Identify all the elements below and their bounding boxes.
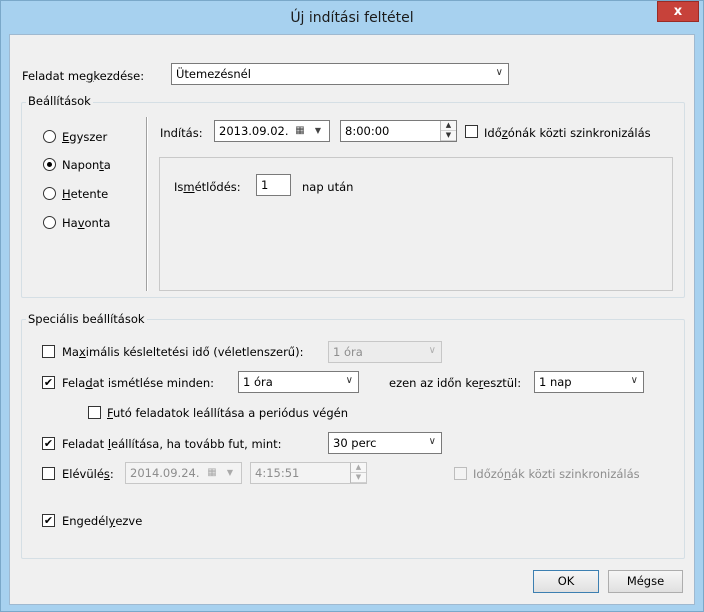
repeat-label: Ismétlődés: — [174, 180, 241, 194]
stop-task-checkbox[interactable]: ✔ — [42, 437, 55, 450]
expire-time-value: 4:15:51 — [255, 466, 300, 480]
spin-down-icon[interactable]: ▼ — [441, 131, 456, 141]
expire-checkbox[interactable] — [42, 467, 55, 480]
radio-weekly-label[interactable]: Hetente — [62, 187, 108, 201]
calendar-dropdown-icon[interactable]: ▼ — [221, 466, 239, 480]
expire-sync-label[interactable]: Időzónák közti szinkronizálás — [473, 467, 640, 481]
stop-running-label[interactable]: Futó feladatok leállítása a periódus vég… — [107, 406, 348, 420]
start-label: Indítás: — [160, 126, 203, 140]
stop-running-checkbox[interactable] — [88, 406, 101, 419]
stop-task-label[interactable]: Feladat leállítása, ha tovább fut, mint: — [62, 437, 282, 451]
ok-button[interactable]: OK — [533, 570, 599, 593]
repeat-task-combo[interactable]: 1 óra ∨ — [238, 371, 359, 393]
radio-daily-label[interactable]: Naponta — [62, 158, 111, 172]
start-time-field[interactable]: 8:00:00 ▲ ▼ — [340, 120, 457, 142]
repeat-days-input[interactable]: 1 — [256, 174, 291, 196]
advanced-legend: Speciális beállítások — [26, 312, 147, 326]
repeat-suffix: nap után — [302, 180, 354, 194]
sync-timezone-checkbox[interactable] — [465, 125, 478, 138]
expire-date-value: 2014.09.24. — [130, 466, 200, 480]
max-delay-combo[interactable]: 1 óra ∨ — [328, 341, 442, 363]
chevron-down-icon: ∨ — [428, 345, 436, 356]
calendar-dropdown-icon[interactable]: ▼ — [309, 124, 327, 138]
radio-once-label[interactable]: Egyszer — [62, 130, 107, 144]
max-delay-checkbox[interactable] — [42, 345, 55, 358]
duration-value: 1 nap — [539, 375, 572, 389]
radio-monthly-label[interactable]: Havonta — [62, 216, 110, 230]
calendar-icon[interactable]: ▦ — [203, 466, 221, 480]
settings-legend: Beállítások — [26, 94, 93, 108]
dialog-title: Új indítási feltétel — [290, 10, 414, 26]
radio-monthly[interactable] — [43, 216, 56, 229]
start-task-label: Feladat megkezdése: — [22, 69, 145, 83]
expire-label[interactable]: Elévülés: — [62, 467, 114, 481]
expire-time-field[interactable]: 4:15:51 ▲ ▼ — [250, 462, 367, 484]
enabled-label[interactable]: Engedélyezve — [62, 514, 142, 528]
dialog-window: Új indítási feltétel x Feladat megkezdés… — [0, 0, 704, 612]
repeat-days-value: 1 — [261, 178, 269, 192]
recurrence-panel — [159, 157, 673, 291]
start-time-value: 8:00:00 — [345, 124, 390, 138]
dialog-body: Feladat megkezdése: Ütemezésnél ∨ Beállí… — [9, 34, 695, 605]
start-date-value: 2013.09.02. — [219, 124, 289, 138]
time-spinner[interactable]: ▲ ▼ — [440, 121, 456, 141]
start-task-value: Ütemezésnél — [176, 67, 251, 81]
enabled-checkbox[interactable]: ✔ — [42, 514, 55, 527]
radio-once[interactable] — [43, 130, 56, 143]
close-button[interactable]: x — [657, 1, 699, 22]
duration-label: ezen az időn keresztül: — [389, 376, 522, 390]
settings-divider-highlight — [147, 117, 148, 291]
expire-date-picker[interactable]: 2014.09.24. ▦ ▼ — [125, 462, 242, 484]
repeat-task-value: 1 óra — [243, 375, 273, 389]
title-bar[interactable]: Új indítási feltétel x — [1, 1, 703, 35]
chevron-down-icon: ∨ — [630, 375, 638, 386]
start-date-picker[interactable]: 2013.09.02. ▦ ▼ — [214, 120, 330, 142]
spin-up-icon[interactable]: ▲ — [351, 463, 366, 473]
chevron-down-icon: ∨ — [345, 375, 353, 386]
stop-task-value: 30 perc — [333, 436, 377, 450]
duration-combo[interactable]: 1 nap ∨ — [534, 371, 644, 393]
repeat-task-checkbox[interactable]: ✔ — [42, 376, 55, 389]
cancel-button[interactable]: Mégse — [608, 570, 683, 593]
sync-timezone-label[interactable]: Időzónák közti szinkronizálás — [484, 126, 651, 140]
max-delay-label[interactable]: Maximális késleltetési idő (véletlenszer… — [62, 345, 303, 359]
chevron-down-icon: ∨ — [495, 67, 503, 78]
spin-up-icon[interactable]: ▲ — [441, 121, 456, 131]
expire-sync-checkbox[interactable] — [454, 467, 467, 480]
calendar-icon[interactable]: ▦ — [291, 124, 309, 138]
stop-task-combo[interactable]: 30 perc ∨ — [328, 432, 442, 454]
repeat-task-label[interactable]: Feladat ismétlése minden: — [62, 376, 214, 390]
radio-daily[interactable] — [43, 158, 56, 171]
max-delay-value: 1 óra — [333, 345, 363, 359]
start-task-combo[interactable]: Ütemezésnél ∨ — [171, 63, 509, 85]
radio-weekly[interactable] — [43, 187, 56, 200]
expire-time-spinner[interactable]: ▲ ▼ — [350, 463, 366, 483]
chevron-down-icon: ∨ — [428, 436, 436, 447]
spin-down-icon[interactable]: ▼ — [351, 473, 366, 483]
